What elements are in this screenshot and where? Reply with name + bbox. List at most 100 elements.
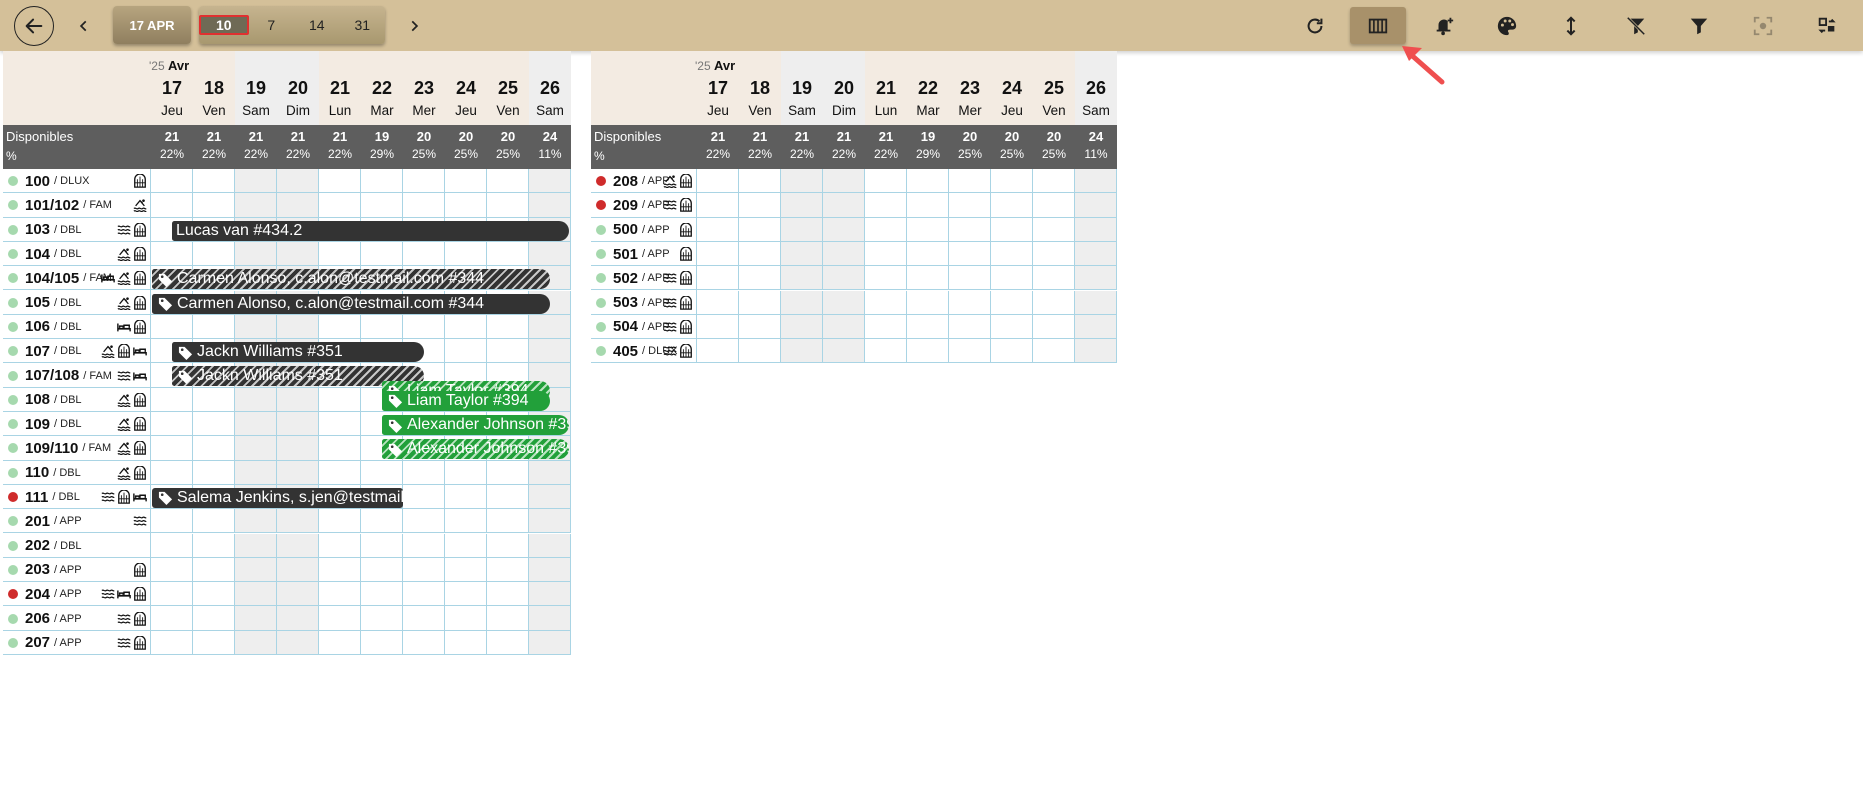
day-cell[interactable] [739,241,781,266]
day-cell[interactable] [319,412,361,436]
day-cell[interactable] [445,509,487,533]
day-cell[interactable] [487,193,529,217]
day-cell[interactable] [361,630,403,654]
day-cell[interactable] [193,241,235,266]
day-cell[interactable] [487,241,529,266]
room-label[interactable]: 208/ APP [591,169,670,193]
day-cell[interactable] [487,460,529,484]
day-header-23[interactable]: 23 Mer [949,51,991,125]
day-header-22[interactable]: 22 Mar [907,51,949,125]
day-cell[interactable] [403,314,445,339]
day-cell[interactable] [949,314,991,339]
day-cell[interactable] [697,217,739,241]
day-cell[interactable] [949,217,991,241]
day-cell[interactable] [487,630,529,654]
day-cell[interactable] [865,290,907,314]
day-cell[interactable] [529,460,571,484]
day-cell[interactable] [151,241,193,266]
day-cell[interactable] [865,241,907,266]
day-cell[interactable] [277,582,319,606]
day-cell[interactable] [697,339,739,363]
day-cell[interactable] [865,266,907,290]
day-header-20[interactable]: 20 Dim [823,51,865,125]
booking-bar[interactable]: Alexander Johnson #390 [382,439,569,460]
day-cell[interactable] [361,193,403,217]
day-cell[interactable] [1075,193,1117,217]
day-cell[interactable] [823,266,865,290]
prev-period-button[interactable] [70,7,98,44]
day-cell[interactable] [151,412,193,436]
day-cell[interactable] [781,217,823,241]
day-cell[interactable] [319,557,361,582]
day-cell[interactable] [1033,169,1075,193]
day-header-19[interactable]: 19 Sam [235,51,277,125]
day-cell[interactable] [361,533,403,557]
day-cell[interactable] [529,509,571,533]
day-cell[interactable] [445,557,487,582]
day-cell[interactable] [361,509,403,533]
day-header-26[interactable]: 26 Sam [1075,51,1117,125]
day-cell[interactable] [361,314,403,339]
day-cell[interactable] [277,241,319,266]
day-cell[interactable] [193,557,235,582]
day-cell[interactable] [739,290,781,314]
day-cell[interactable] [907,217,949,241]
day-cell[interactable] [949,241,991,266]
day-cell[interactable] [403,169,445,193]
day-cell[interactable] [529,630,571,654]
day-cell[interactable] [277,314,319,339]
room-label[interactable]: 502/ APP [591,266,670,290]
day-cell[interactable] [277,557,319,582]
day-cell[interactable] [235,169,277,193]
day-cell[interactable] [193,436,235,460]
day-cell[interactable] [193,606,235,630]
day-cell[interactable] [319,241,361,266]
day-cell[interactable] [445,169,487,193]
day-cell[interactable] [823,169,865,193]
day-cell[interactable] [991,314,1033,339]
day-cell[interactable] [151,533,193,557]
day-cell[interactable] [445,241,487,266]
day-cell[interactable] [781,314,823,339]
day-cell[interactable] [151,436,193,460]
day-header-18[interactable]: 18 Ven [739,51,781,125]
day-cell[interactable] [823,339,865,363]
day-header-17[interactable]: 17 Jeu [697,51,739,125]
day-cell[interactable] [277,630,319,654]
day-cell[interactable] [319,169,361,193]
room-label[interactable]: 103/ DBL [3,218,82,242]
day-cell[interactable] [319,460,361,484]
booking-bar[interactable]: Alexander Johnson #390 [382,415,569,435]
day-cell[interactable] [907,241,949,266]
day-cell[interactable] [1033,266,1075,290]
add-alert-button[interactable] [1424,7,1464,44]
day-cell[interactable] [235,436,277,460]
day-cell[interactable] [235,630,277,654]
room-label[interactable]: 107/ DBL [3,339,82,363]
room-label[interactable]: 207/ APP [3,631,82,655]
day-cell[interactable] [403,460,445,484]
room-label[interactable]: 106/ DBL [3,315,82,339]
day-cell[interactable] [781,193,823,217]
room-label[interactable]: 111/ DBL [3,485,80,509]
day-cell[interactable] [403,630,445,654]
day-cell[interactable] [487,339,529,363]
day-cell[interactable] [529,533,571,557]
day-cell[interactable] [487,314,529,339]
day-cell[interactable] [739,339,781,363]
day-cell[interactable] [235,241,277,266]
day-cell[interactable] [1033,339,1075,363]
day-cell[interactable] [991,217,1033,241]
day-cell[interactable] [781,266,823,290]
day-cell[interactable] [445,484,487,509]
day-cell[interactable] [151,169,193,193]
room-label[interactable]: 109/110/ FAM [3,436,111,460]
day-cell[interactable] [235,314,277,339]
day-cell[interactable] [319,314,361,339]
day-cell[interactable] [151,387,193,411]
day-cell[interactable] [739,314,781,339]
day-cell[interactable] [1075,314,1117,339]
day-header-24[interactable]: 24 Jeu [445,51,487,125]
day-cell[interactable] [529,557,571,582]
span-option-14[interactable]: 14 [294,17,340,33]
